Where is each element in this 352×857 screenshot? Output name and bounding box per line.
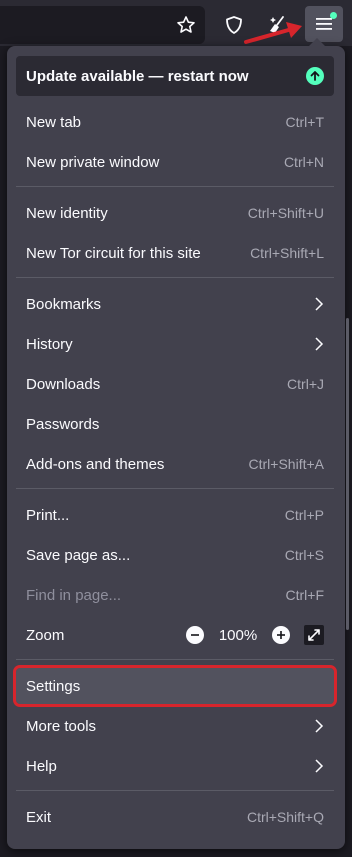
menu-item-bookmarks[interactable]: Bookmarks	[16, 286, 334, 322]
menu-item-label: History	[26, 335, 73, 353]
page-scrollbar[interactable]	[346, 318, 349, 630]
zoom-out-button[interactable]	[186, 626, 204, 644]
annotation-arrow-icon	[244, 22, 302, 44]
chevron-right-icon	[315, 337, 324, 351]
menu-item-help[interactable]: Help	[16, 748, 334, 784]
menu-item-label: Zoom	[26, 626, 65, 644]
menu-item-label: Find in page...	[26, 586, 122, 604]
menu-item-new-private-window[interactable]: New private window Ctrl+N	[16, 144, 334, 180]
menu-item-label: Help	[26, 757, 57, 775]
menu-item-downloads[interactable]: Downloads Ctrl+J	[16, 366, 334, 402]
menu-item-shortcut: Ctrl+Shift+U	[247, 205, 324, 221]
menu-item-label: Exit	[26, 808, 52, 826]
chevron-right-icon	[315, 719, 324, 733]
menu-item-label: Bookmarks	[26, 295, 102, 313]
plus-icon	[277, 631, 285, 639]
menu-separator	[16, 277, 334, 278]
menu-item-label: Settings	[26, 677, 81, 695]
minus-icon	[191, 634, 199, 636]
browser-toolbar	[0, 0, 352, 46]
menu-item-shortcut: Ctrl+Shift+L	[250, 245, 324, 261]
menu-item-label: Downloads	[26, 375, 101, 393]
zoom-controls: 100%	[186, 625, 324, 645]
app-menu-panel: Update available — restart now New tab C…	[7, 38, 345, 849]
menu-item-find-in-page[interactable]: Find in page... Ctrl+F	[16, 577, 334, 613]
menu-item-save-page[interactable]: Save page as... Ctrl+S	[16, 537, 334, 573]
zoom-in-button[interactable]	[272, 626, 290, 644]
chevron-right-icon	[315, 297, 324, 311]
menu-item-label: More tools	[26, 717, 97, 735]
menu-item-shortcut: Ctrl+P	[284, 507, 324, 523]
update-available-button[interactable]: Update available — restart now	[16, 56, 334, 96]
hamburger-menu-icon	[316, 18, 332, 30]
menu-item-shortcut: Ctrl+T	[285, 114, 325, 130]
menu-item-label: Add-ons and themes	[26, 455, 165, 473]
menu-item-shortcut: Ctrl+Shift+Q	[246, 809, 324, 825]
fullscreen-button[interactable]	[304, 625, 324, 645]
shield-icon	[226, 16, 242, 34]
menu-item-new-identity[interactable]: New identity Ctrl+Shift+U	[16, 195, 334, 231]
menu-item-shortcut: Ctrl+N	[283, 154, 324, 170]
menu-separator	[16, 488, 334, 489]
menu-item-label: New identity	[26, 204, 108, 222]
bookmark-star-button[interactable]	[168, 8, 204, 42]
menu-item-new-tor-circuit[interactable]: New Tor circuit for this site Ctrl+Shift…	[16, 235, 334, 271]
fullscreen-icon	[308, 629, 320, 641]
menu-item-shortcut: Ctrl+Shift+A	[248, 456, 324, 472]
menu-item-print[interactable]: Print... Ctrl+P	[16, 497, 334, 533]
menu-item-history[interactable]: History	[16, 326, 334, 362]
menu-item-zoom: Zoom 100%	[16, 617, 334, 653]
arrow-up-circle-icon	[306, 67, 324, 85]
menu-item-label: Passwords	[26, 415, 100, 433]
menu-item-shortcut: Ctrl+F	[285, 587, 325, 603]
zoom-level[interactable]: 100%	[204, 627, 272, 644]
menu-item-more-tools[interactable]: More tools	[16, 708, 334, 744]
chevron-right-icon	[315, 759, 324, 773]
update-label: Update available — restart now	[26, 67, 249, 85]
menu-item-label: New tab	[26, 113, 82, 131]
menu-item-label: Print...	[26, 506, 70, 524]
update-badge	[330, 12, 337, 19]
menu-item-label: Save page as...	[26, 546, 131, 564]
star-icon	[177, 16, 195, 33]
menu-item-label: New Tor circuit for this site	[26, 244, 201, 262]
menu-item-label: New private window	[26, 153, 160, 171]
menu-separator	[16, 790, 334, 791]
menu-separator	[16, 186, 334, 187]
menu-item-settings[interactable]: Settings	[13, 665, 337, 707]
menu-item-shortcut: Ctrl+S	[284, 547, 324, 563]
menu-item-new-tab[interactable]: New tab Ctrl+T	[16, 104, 334, 140]
menu-separator	[16, 659, 334, 660]
menu-item-addons-themes[interactable]: Add-ons and themes Ctrl+Shift+A	[16, 446, 334, 482]
menu-item-shortcut: Ctrl+J	[287, 376, 324, 392]
menu-item-passwords[interactable]: Passwords	[16, 406, 334, 442]
app-menu-button[interactable]	[305, 6, 343, 42]
menu-item-exit[interactable]: Exit Ctrl+Shift+Q	[16, 799, 334, 835]
